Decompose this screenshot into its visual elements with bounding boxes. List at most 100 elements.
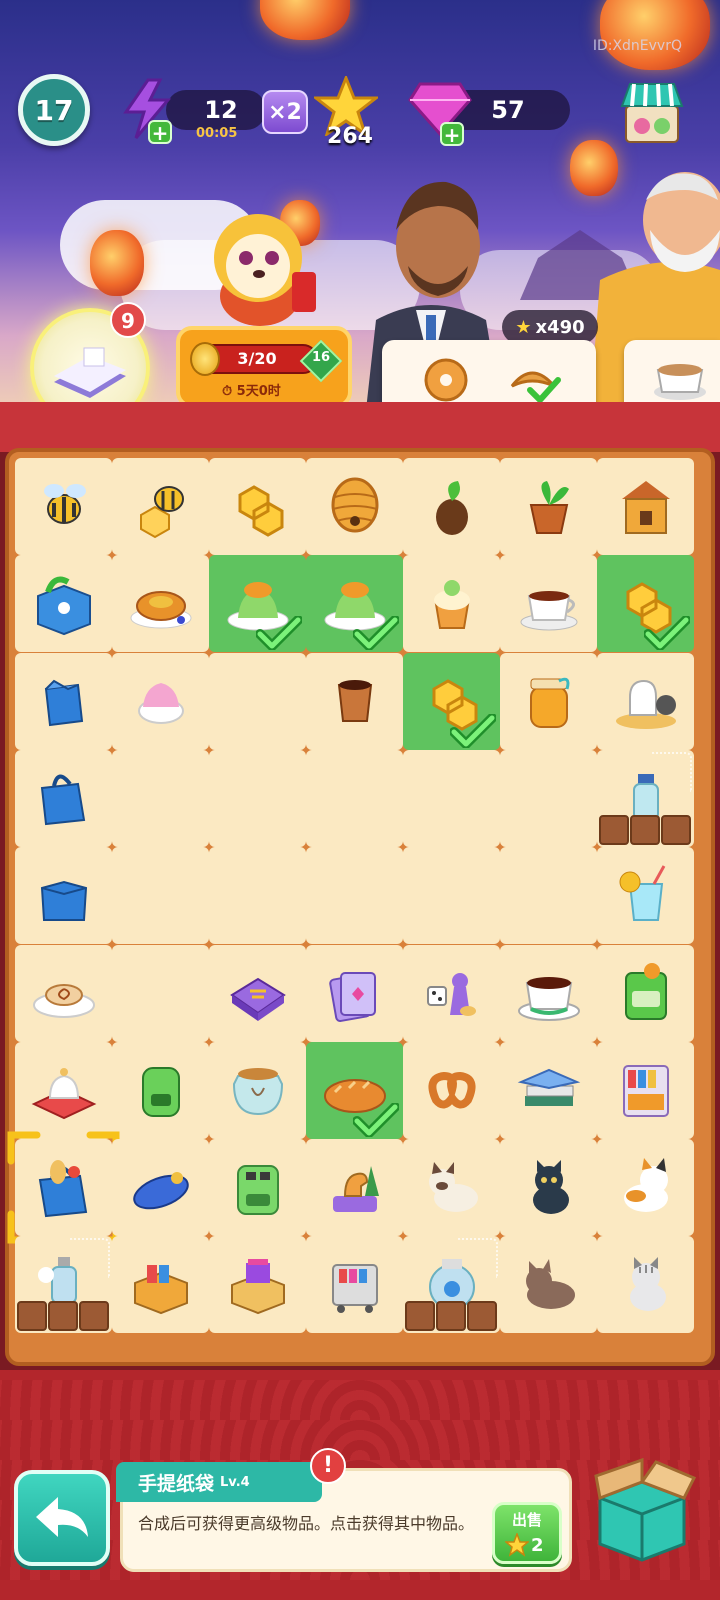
board-cell[interactable]	[112, 1236, 209, 1334]
empty-board-cell[interactable]	[403, 749, 500, 847]
checkmark-icon	[352, 1101, 400, 1138]
board-cell[interactable]	[403, 555, 500, 653]
star-icon	[505, 1533, 529, 1557]
board-cell[interactable]	[15, 652, 112, 750]
lantern	[260, 0, 350, 40]
star-count: 264	[327, 124, 373, 149]
board-cell[interactable]	[112, 555, 209, 653]
order-reward-value: x490	[535, 316, 585, 338]
board-cell[interactable]	[306, 652, 403, 750]
honey-jar-icon	[509, 659, 589, 743]
sprout-seed-icon	[412, 465, 492, 549]
board-cell[interactable]	[112, 1139, 209, 1237]
order-reward: ★ x490	[502, 310, 598, 344]
empty-board-cell[interactable]	[306, 749, 403, 847]
add-gems-button[interactable]: +	[440, 122, 464, 146]
board-cell[interactable]	[403, 1236, 500, 1334]
shop-button[interactable]	[620, 76, 684, 146]
board-cell[interactable]	[597, 1139, 694, 1237]
board-cell[interactable]	[15, 1041, 112, 1139]
board-cell[interactable]	[306, 1236, 403, 1334]
potted-plant-icon	[509, 465, 589, 549]
empty-board-cell[interactable]	[112, 749, 209, 847]
alert-icon[interactable]: !	[310, 1448, 346, 1484]
croissant-icon	[510, 371, 556, 388]
board-cell[interactable]	[403, 1139, 500, 1237]
board-cell[interactable]	[306, 1139, 403, 1237]
board-cell[interactable]	[15, 847, 112, 945]
item-name-tag: 手提纸袋 Lv.4	[116, 1462, 322, 1502]
empty-board-cell[interactable]	[209, 847, 306, 945]
sell-price: 2	[531, 1535, 544, 1556]
board-cell[interactable]	[306, 1041, 403, 1139]
board-cell[interactable]	[209, 1139, 306, 1237]
beehouse-icon	[606, 465, 686, 549]
board-cell[interactable]	[403, 458, 500, 555]
board-cell[interactable]	[306, 555, 403, 653]
board-cell[interactable]	[209, 1041, 306, 1139]
board-cell[interactable]	[209, 1236, 306, 1334]
add-energy-button[interactable]: +	[148, 120, 172, 144]
board-cell[interactable]	[112, 1041, 209, 1139]
green-machine-2-icon	[218, 1146, 298, 1230]
board-cell[interactable]	[15, 749, 112, 847]
board-cell[interactable]	[597, 652, 694, 750]
empty-board-cell[interactable]	[209, 749, 306, 847]
board-cell[interactable]	[597, 749, 694, 847]
siamese-cat-icon	[412, 1146, 492, 1230]
board-cell[interactable]	[209, 555, 306, 653]
board-cell[interactable]	[15, 944, 112, 1042]
board-cell[interactable]	[209, 458, 306, 555]
item-level: Lv.4	[220, 1474, 250, 1490]
empty-board-cell[interactable]	[403, 847, 500, 945]
board-cell[interactable]	[500, 1041, 597, 1139]
book-cart-icon	[606, 1048, 686, 1132]
board-cell[interactable]	[597, 1236, 694, 1334]
empty-board-cell[interactable]	[209, 652, 306, 750]
coffee-cup-saucer-icon	[509, 951, 589, 1035]
board-cell[interactable]	[500, 1139, 597, 1237]
board-cell[interactable]	[403, 1041, 500, 1139]
puzzle-box-icon	[218, 951, 298, 1035]
board-cell[interactable]	[597, 944, 694, 1042]
empty-board-cell[interactable]	[112, 944, 209, 1042]
cupcake-icon	[412, 562, 492, 646]
inventory-box-button[interactable]	[586, 1452, 698, 1564]
board-cell[interactable]	[15, 555, 112, 653]
energy-multiplier-button[interactable]: ×2	[262, 90, 308, 134]
board-cell[interactable]	[403, 944, 500, 1042]
board-cell[interactable]	[500, 1236, 597, 1334]
board-cell[interactable]	[112, 458, 209, 555]
board-cell[interactable]	[500, 555, 597, 653]
board-cell[interactable]	[112, 652, 209, 750]
bagel-icon	[424, 358, 468, 402]
empty-board-cell[interactable]	[306, 847, 403, 945]
board-cell[interactable]	[209, 944, 306, 1042]
board-cell[interactable]	[500, 652, 597, 750]
empty-board-cell[interactable]	[500, 847, 597, 945]
tea-cup-icon	[509, 562, 589, 646]
empty-board-cell[interactable]	[112, 847, 209, 945]
energy-value: 12	[204, 96, 238, 124]
board-cell[interactable]	[306, 458, 403, 555]
board-cell[interactable]	[15, 1236, 112, 1334]
board-cell[interactable]	[7, 1131, 120, 1244]
tabby-cat-icon	[606, 1243, 686, 1327]
board-cell[interactable]	[597, 847, 694, 945]
dino-toy-icon	[315, 1146, 395, 1230]
board-cell[interactable]	[597, 1041, 694, 1139]
card-stack-icon	[315, 951, 395, 1035]
player-level-badge[interactable]: 17	[18, 74, 90, 146]
empty-board-cell[interactable]	[500, 749, 597, 847]
board-cell[interactable]	[403, 652, 500, 750]
board-cell[interactable]	[306, 944, 403, 1042]
back-button[interactable]	[14, 1470, 110, 1566]
board-cell[interactable]	[597, 555, 694, 653]
sell-button[interactable]: 出售 2	[492, 1502, 562, 1564]
board-cell[interactable]	[500, 458, 597, 555]
event-time-value: 5天0时	[236, 384, 281, 399]
board-cell[interactable]	[500, 944, 597, 1042]
book-drawer-icon	[121, 1243, 201, 1327]
board-cell[interactable]	[597, 458, 694, 555]
board-cell[interactable]	[15, 458, 112, 555]
